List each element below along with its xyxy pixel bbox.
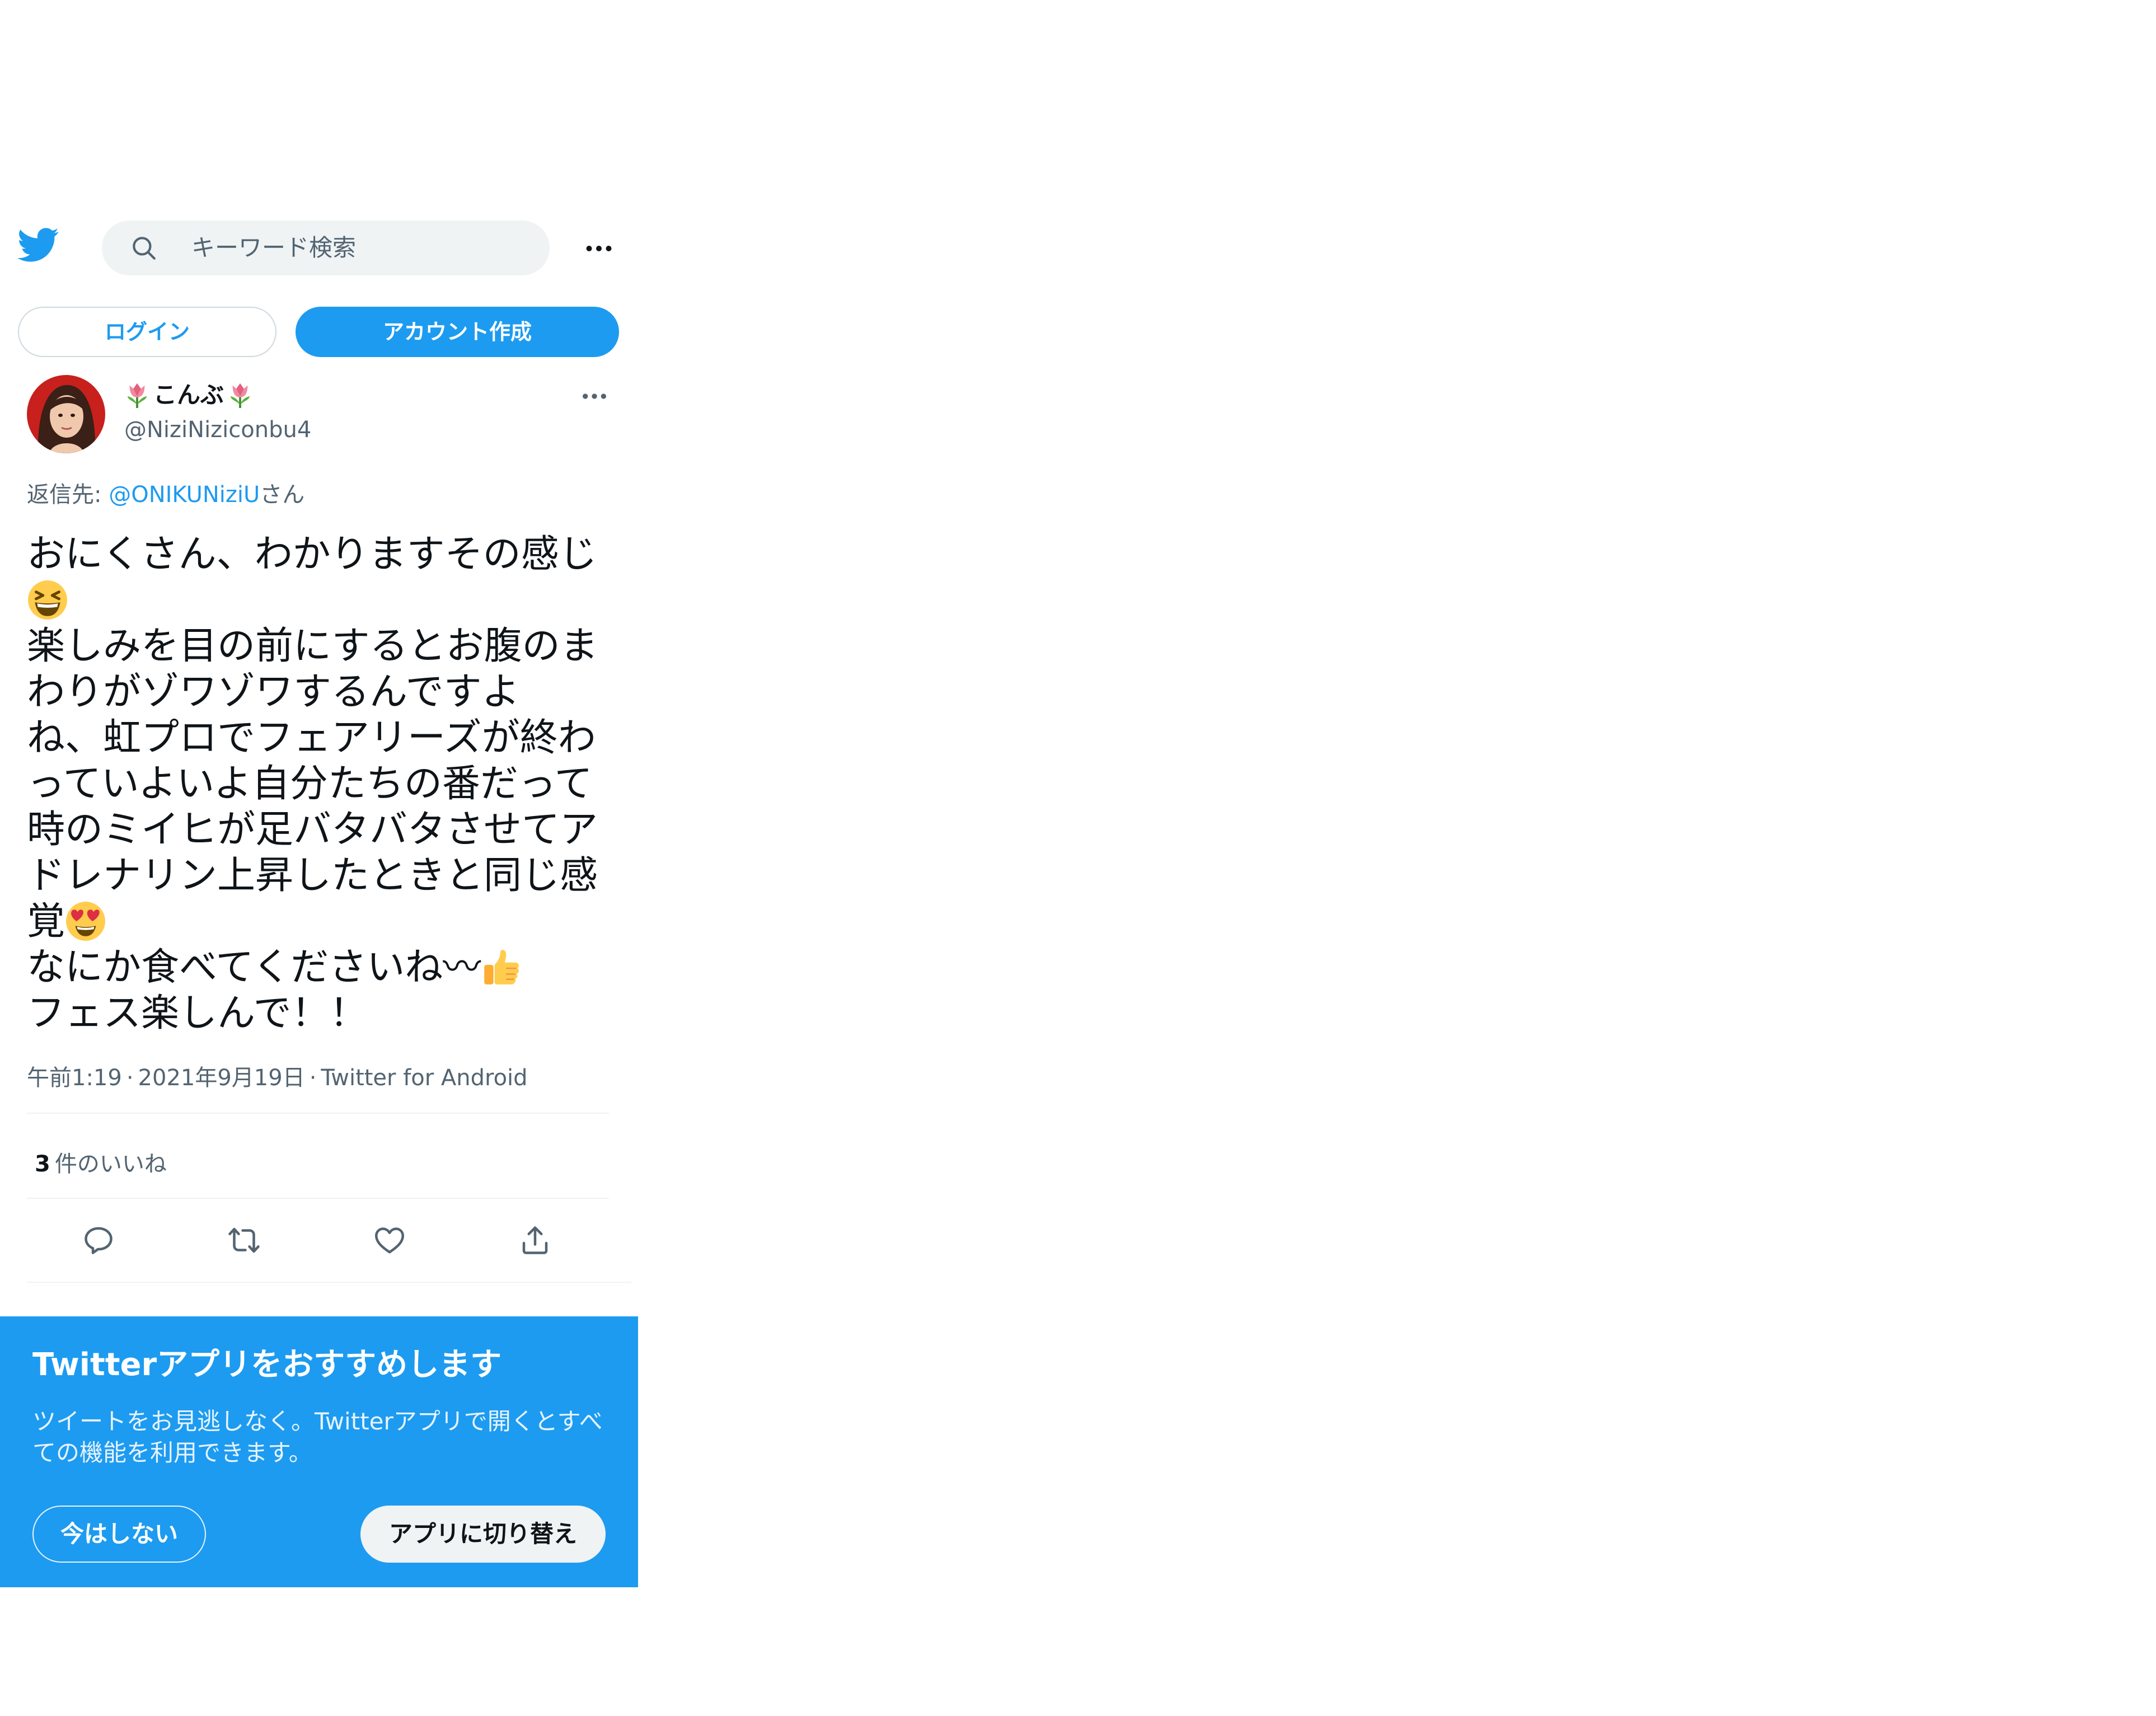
search-bar[interactable]: キーワード検索 — [102, 221, 550, 275]
reply-icon[interactable] — [82, 1223, 115, 1257]
tweet-date[interactable]: 2021年9月19日 — [138, 1065, 305, 1091]
avatar[interactable] — [27, 375, 105, 453]
tweet-text-segment: なにか食べてくださいね〰 — [27, 945, 481, 990]
thumbs-up-emoji — [484, 950, 519, 984]
divider — [27, 1113, 609, 1114]
tweet-line: わりがゾワゾワするんですよ — [27, 670, 520, 714]
twitter-bird-icon[interactable] — [18, 224, 59, 265]
reply-context: 返信先: @ONIKUNiziUさん — [27, 480, 304, 509]
tulip-emoji — [230, 383, 250, 408]
retweet-icon[interactable] — [227, 1223, 261, 1257]
tweet-text: おにくさん、わかりますその感じ 楽しみを目の前にするとお腹のま わりがゾワゾワす… — [27, 532, 620, 1037]
login-button[interactable]: ログイン — [18, 307, 276, 357]
more-icon[interactable] — [582, 232, 616, 265]
divider — [27, 1198, 609, 1199]
likes-label: 件のいいね — [54, 1151, 167, 1177]
switch-to-app-button[interactable]: アプリに切り替え — [360, 1506, 606, 1563]
likes-count-link[interactable]: 3 件のいいね — [35, 1150, 167, 1179]
reply-prefix: 返信先: — [27, 482, 109, 508]
display-name-row[interactable]: こんぶ — [124, 379, 253, 411]
tweet-line: フェス楽しんで！！ — [27, 991, 368, 1035]
tweet-line-emoji — [27, 578, 620, 623]
tweet-line: おにくさん、わかりますその感じ — [27, 532, 597, 576]
share-icon[interactable] — [518, 1223, 552, 1257]
tweet-line: ドレナリン上昇したときと同じ感 — [27, 854, 598, 898]
likes-count: 3 — [35, 1151, 50, 1177]
tulip-emoji — [127, 383, 147, 408]
tweet-meta: 午前1:19 · 2021年9月19日 · Twitter for Android — [27, 1063, 528, 1093]
tweet-line: なにか食べてくださいね〰 — [27, 945, 620, 991]
meta-separator: · — [309, 1065, 317, 1091]
tweet-line: ね、虹プロでフェアリーズが終わ — [27, 716, 596, 760]
search-icon — [133, 237, 156, 260]
tweet-line: 楽しみを目の前にするとお腹のま — [27, 624, 598, 668]
display-name: こんぶ — [153, 381, 224, 409]
divider — [27, 1282, 631, 1283]
tweet-text-segment: 覚 — [27, 899, 65, 944]
banner-description: ツイートをお見逃しなく。Twitterアプリで開くとすべての機能を利用できます。 — [32, 1408, 603, 1466]
signup-button[interactable]: アカウント作成 — [296, 307, 619, 357]
user-handle[interactable]: @NiziNiziconbu4 — [124, 415, 311, 444]
tweet-line: 覚 — [27, 899, 620, 945]
tweet-source: Twitter for Android — [321, 1065, 528, 1091]
heart-eyes-emoji — [66, 902, 105, 941]
like-icon[interactable] — [373, 1223, 406, 1257]
banner-title: Twitterアプリをおすすめします — [32, 1347, 502, 1383]
not-now-button[interactable]: 今はしない — [32, 1506, 206, 1563]
reply-mention-link[interactable]: @ONIKUNiziU — [109, 482, 260, 508]
reply-suffix: さん — [260, 482, 305, 508]
tweet-page: キーワード検索 ログイン アカウント作成 こんぶ @NiziNiziconbu4… — [0, 0, 638, 1716]
tweet-line: っていよいよ自分たちの番だって — [27, 762, 593, 806]
tweet-line: 時のミイヒが足バタバタさせてア — [27, 808, 598, 852]
tweet-more-icon[interactable] — [579, 381, 610, 412]
meta-separator: · — [126, 1065, 134, 1091]
tweet-time[interactable]: 午前1:19 — [27, 1065, 122, 1091]
search-input[interactable]: キーワード検索 — [191, 234, 356, 262]
grinning-squinting-emoji — [28, 580, 67, 620]
app-promo-banner: Twitterアプリをおすすめします ツイートをお見逃しなく。Twitterアプ… — [0, 1316, 638, 1587]
